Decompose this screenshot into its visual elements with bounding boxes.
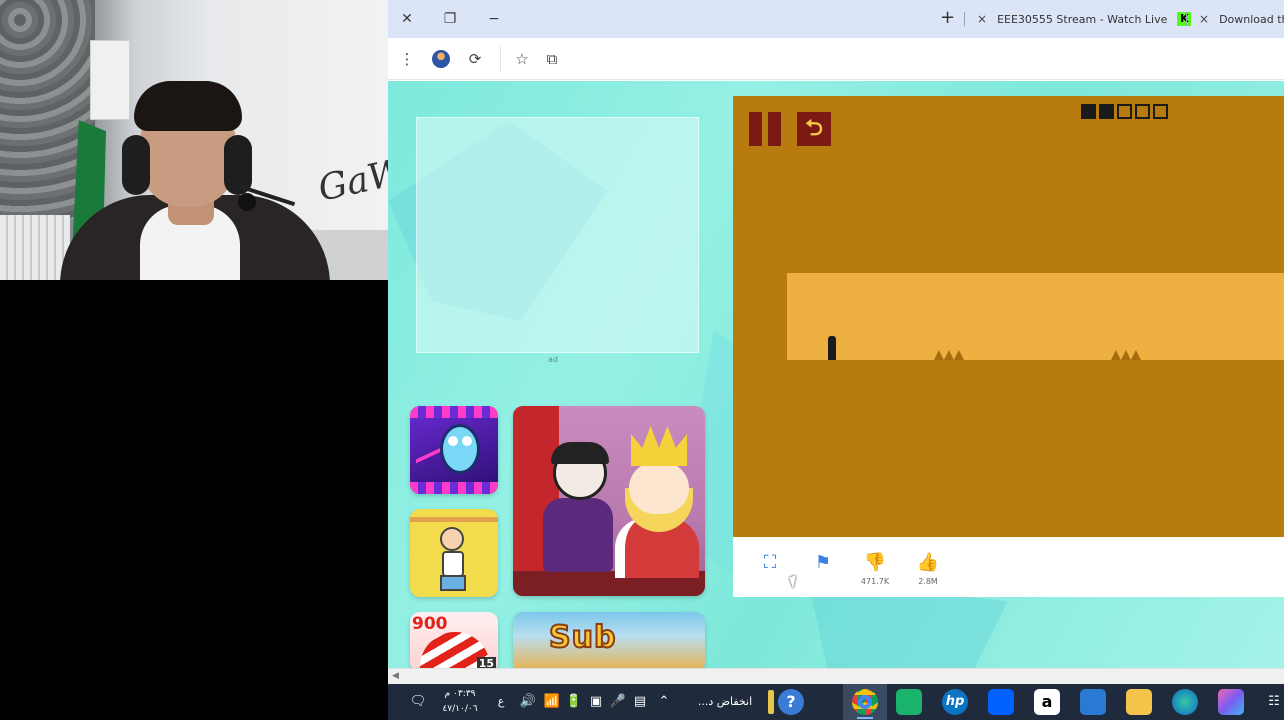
weather-icon (768, 690, 774, 714)
fullscreen-icon[interactable]: ⛶ (758, 553, 782, 573)
wifi-icon[interactable]: 📶 (542, 690, 562, 714)
clock[interactable]: ٠٣:٣٩ م ٤٧/١٠/٠٦ (436, 687, 484, 717)
progress-square (1081, 104, 1096, 119)
webcam-feed: GaW (0, 0, 388, 280)
weather-widget[interactable]: انخفاض د... (684, 690, 766, 714)
game-thumb-hanging-kid[interactable] (410, 509, 498, 597)
dislike-count: 471.7K (860, 577, 890, 586)
tab-title: Download th (1219, 12, 1284, 26)
spike-hazard (934, 350, 964, 360)
close-icon[interactable]: × (1199, 12, 1209, 26)
divider (500, 46, 501, 72)
outlook-icon[interactable] (1080, 689, 1106, 715)
ad-label: ad (548, 355, 558, 364)
battery-icon[interactable]: 🔋 (564, 690, 584, 714)
restore-window-button[interactable]: ❐ (440, 9, 460, 29)
new-tab-button[interactable]: + (940, 8, 955, 28)
spike-hazard (1111, 350, 1141, 360)
tray-app-icon[interactable]: ▤ (630, 690, 650, 714)
like-count: 2.8M (918, 577, 938, 586)
score-badge: 900 (412, 614, 448, 634)
profile-avatar[interactable] (432, 50, 450, 68)
report-flag-icon[interactable]: ⚑ (811, 553, 835, 573)
web-page: ad 900 15 Sub ⮌ ⛶ ⚑ 👎 471.7K 👍 2.8M (388, 81, 1284, 668)
game-action-bar: ⛶ ⚑ 👎 471.7K 👍 2.8M (733, 537, 1284, 597)
pause-button[interactable] (747, 112, 783, 146)
game-canvas[interactable]: ⮌ (733, 96, 1284, 537)
progress-square (1099, 104, 1114, 119)
language-indicator[interactable]: ع (494, 690, 508, 714)
tab-search-icon[interactable]: ⧉ (542, 49, 562, 69)
browser-window: ✕ ❐ − + × EEE30555 Stream - Watch Live K… (388, 0, 1284, 684)
file-explorer-icon[interactable] (1126, 689, 1152, 715)
browser-toolbar: ⋮ ⟳ ☆ ⧉ (388, 38, 1284, 80)
extensions-icon[interactable]: ⟳ (465, 49, 485, 69)
black-pane (0, 280, 388, 720)
task-view-icon[interactable]: ☷ (1264, 690, 1284, 714)
taskbar: 🗨 ٠٣:٣٩ م ٤٧/١٠/٠٦ ع 🔊 📶 🔋 ▣ 🎤 ▤ ⌃ انخفا… (388, 684, 1284, 720)
progress-square (1153, 104, 1168, 119)
close-window-button[interactable]: ✕ (397, 9, 417, 29)
hp-icon[interactable]: hp (942, 689, 968, 715)
progress-square (1135, 104, 1150, 119)
streamer (60, 75, 330, 280)
scroll-left-icon[interactable]: ◀ (392, 671, 399, 681)
kick-logo-icon: K (1177, 12, 1192, 26)
volume-icon[interactable]: 🔊 (518, 690, 538, 714)
game-thumb-king-thief[interactable] (513, 406, 705, 596)
bookmark-star-icon[interactable]: ☆ (512, 49, 532, 69)
copilot-icon[interactable] (1218, 689, 1244, 715)
level-platform (787, 273, 1284, 360)
progress-square (1117, 104, 1132, 119)
tab-separator (964, 12, 965, 26)
chrome-icon[interactable] (852, 689, 878, 715)
player-character (828, 336, 836, 360)
screen: GaW ✕ ❐ − + × EEE30555 Stream - Watch Li… (0, 0, 1284, 720)
amazon-icon[interactable]: a (1034, 689, 1060, 715)
tab-title: EEE30555 Stream - Watch Live (997, 12, 1168, 26)
notifications-icon[interactable]: 🗨 (408, 690, 428, 714)
restart-button[interactable]: ⮌ (797, 112, 831, 146)
game-thumb-subway-surfers[interactable]: Sub (513, 612, 705, 668)
edge-icon[interactable] (1172, 689, 1198, 715)
minimize-window-button[interactable]: − (484, 9, 504, 29)
close-icon[interactable]: × (977, 12, 987, 26)
tab-stream[interactable]: × EEE30555 Stream - Watch Live K (977, 6, 1192, 32)
chat-app-icon[interactable] (896, 689, 922, 715)
level-badge: 15 (476, 657, 496, 668)
restart-icon: ⮌ (805, 116, 823, 141)
dropbox-icon[interactable] (988, 689, 1014, 715)
dislike-icon[interactable]: 👎 (863, 553, 887, 573)
horizontal-scrollbar[interactable]: ◀ (388, 668, 1284, 684)
game-thumb-geometry[interactable] (410, 406, 498, 494)
clock-date: ٤٧/١٠/٠٦ (442, 704, 478, 714)
game-thumb-900[interactable]: 900 15 (410, 612, 498, 668)
chevron-up-icon[interactable]: ⌃ (654, 690, 674, 714)
tray-app-icon[interactable]: ▣ (586, 690, 606, 714)
ad-placeholder[interactable] (416, 117, 699, 353)
tab-bar: ✕ ❐ − + × EEE30555 Stream - Watch Live K… (388, 0, 1284, 38)
tab-separator (1186, 12, 1187, 26)
clock-time: ٠٣:٣٩ م (444, 689, 476, 699)
help-icon[interactable]: ? (778, 689, 804, 715)
subway-logo: Sub (548, 619, 617, 656)
menu-icon[interactable]: ⋮ (397, 49, 417, 69)
level-progress (1081, 104, 1168, 119)
like-icon[interactable]: 👍 (916, 553, 940, 573)
tab-download[interactable]: × Download th (1199, 6, 1284, 32)
microphone-icon[interactable]: 🎤 (608, 690, 628, 714)
